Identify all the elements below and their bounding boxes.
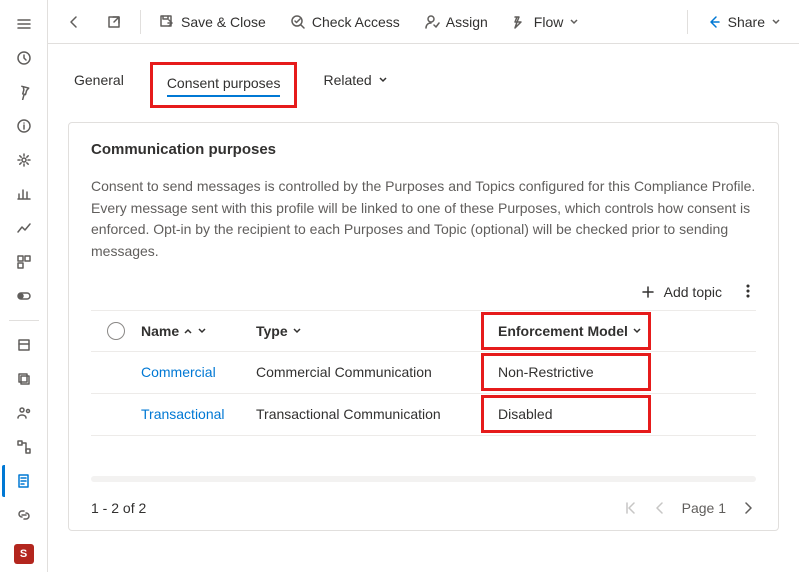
row-name-link[interactable]: Commercial <box>141 364 256 380</box>
table-row[interactable]: Transactional Transactional Communicatio… <box>91 394 756 436</box>
plus-icon <box>640 284 656 300</box>
pager-prev-icon[interactable] <box>652 500 668 516</box>
sort-up-icon <box>183 326 193 336</box>
tab-general[interactable]: General <box>68 68 130 102</box>
pager-first-icon[interactable] <box>622 500 638 516</box>
rail-badge[interactable]: S <box>14 544 34 564</box>
chevron-down-icon <box>632 326 642 336</box>
rail-info-icon[interactable] <box>4 110 44 142</box>
tab-consent-label: Consent purposes <box>167 75 281 97</box>
rail-copy-icon[interactable] <box>4 363 44 395</box>
row-enforcement: Non-Restrictive <box>484 364 648 380</box>
tab-related[interactable]: Related <box>317 68 393 102</box>
chevron-down-icon <box>292 326 302 336</box>
rail-grid-icon[interactable] <box>4 246 44 278</box>
purposes-grid: Name Type Enforcement Model Commercial C… <box>91 310 756 436</box>
flow-label: Flow <box>534 14 564 30</box>
share-label: Share <box>728 14 765 30</box>
row-enforcement: Disabled <box>484 406 648 422</box>
back-button[interactable] <box>56 8 92 36</box>
check-access-button[interactable]: Check Access <box>280 8 410 36</box>
chevron-down-icon <box>197 326 207 336</box>
left-nav-rail: S <box>0 0 48 572</box>
tab-related-label: Related <box>323 72 371 88</box>
tab-consent-purposes[interactable]: Consent purposes <box>150 62 298 108</box>
communication-purposes-card: Communication purposes Consent to send m… <box>68 122 779 531</box>
card-description: Consent to send messages is controlled b… <box>91 176 756 263</box>
select-all-checkbox[interactable] <box>107 322 125 340</box>
rail-box-icon[interactable] <box>4 329 44 361</box>
chevron-down-icon <box>771 17 781 27</box>
rail-link-icon[interactable] <box>4 499 44 531</box>
share-button[interactable]: Share <box>696 8 791 36</box>
table-row[interactable]: Commercial Commercial Communication Non-… <box>91 352 756 394</box>
card-title: Communication purposes <box>91 141 756 158</box>
rail-flow-icon[interactable] <box>4 431 44 463</box>
pager-range: 1 - 2 of 2 <box>91 500 146 516</box>
rail-toggle-icon[interactable] <box>4 280 44 312</box>
rail-chart-icon[interactable] <box>4 212 44 244</box>
col-header-type[interactable]: Type <box>256 323 481 339</box>
col-name-label: Name <box>141 323 179 339</box>
row-type: Transactional Communication <box>256 406 481 422</box>
assign-label: Assign <box>446 14 488 30</box>
row-type: Commercial Communication <box>256 364 481 380</box>
flow-button[interactable]: Flow <box>502 8 590 36</box>
add-topic-label: Add topic <box>664 284 722 300</box>
col-header-enforcement[interactable]: Enforcement Model <box>484 323 648 339</box>
form-tabs: General Consent purposes Related <box>48 44 799 108</box>
rail-divider <box>9 320 39 321</box>
check-access-label: Check Access <box>312 14 400 30</box>
save-close-button[interactable]: Save & Close <box>149 8 276 36</box>
command-bar: Save & Close Check Access Assign Flow Sh… <box>48 0 799 44</box>
grid-header: Name Type Enforcement Model <box>91 310 756 352</box>
row-name-link[interactable]: Transactional <box>141 406 256 422</box>
grid-pager: 1 - 2 of 2 Page 1 <box>91 500 756 516</box>
more-vertical-icon <box>740 283 756 299</box>
assign-button[interactable]: Assign <box>414 8 498 36</box>
rail-bars-icon[interactable] <box>4 178 44 210</box>
rail-people-icon[interactable] <box>4 397 44 429</box>
col-type-label: Type <box>256 323 288 339</box>
pager-next-icon[interactable] <box>740 500 756 516</box>
more-button[interactable] <box>740 283 756 302</box>
col-header-name[interactable]: Name <box>141 323 256 339</box>
rail-settings-icon[interactable] <box>4 144 44 176</box>
save-close-label: Save & Close <box>181 14 266 30</box>
add-topic-button[interactable]: Add topic <box>640 284 722 300</box>
rail-pin-icon[interactable] <box>4 76 44 108</box>
col-enf-label: Enforcement Model <box>498 323 628 339</box>
horizontal-scrollbar[interactable] <box>91 476 756 482</box>
rail-menu-icon[interactable] <box>4 8 44 40</box>
chevron-down-icon <box>569 17 579 27</box>
toolbar-divider <box>687 10 688 34</box>
pager-page: Page 1 <box>682 500 726 516</box>
rail-recent-icon[interactable] <box>4 42 44 74</box>
popout-button[interactable] <box>96 8 132 36</box>
toolbar-divider <box>140 10 141 34</box>
rail-doc-icon[interactable] <box>2 465 42 497</box>
chevron-down-icon <box>378 75 388 85</box>
